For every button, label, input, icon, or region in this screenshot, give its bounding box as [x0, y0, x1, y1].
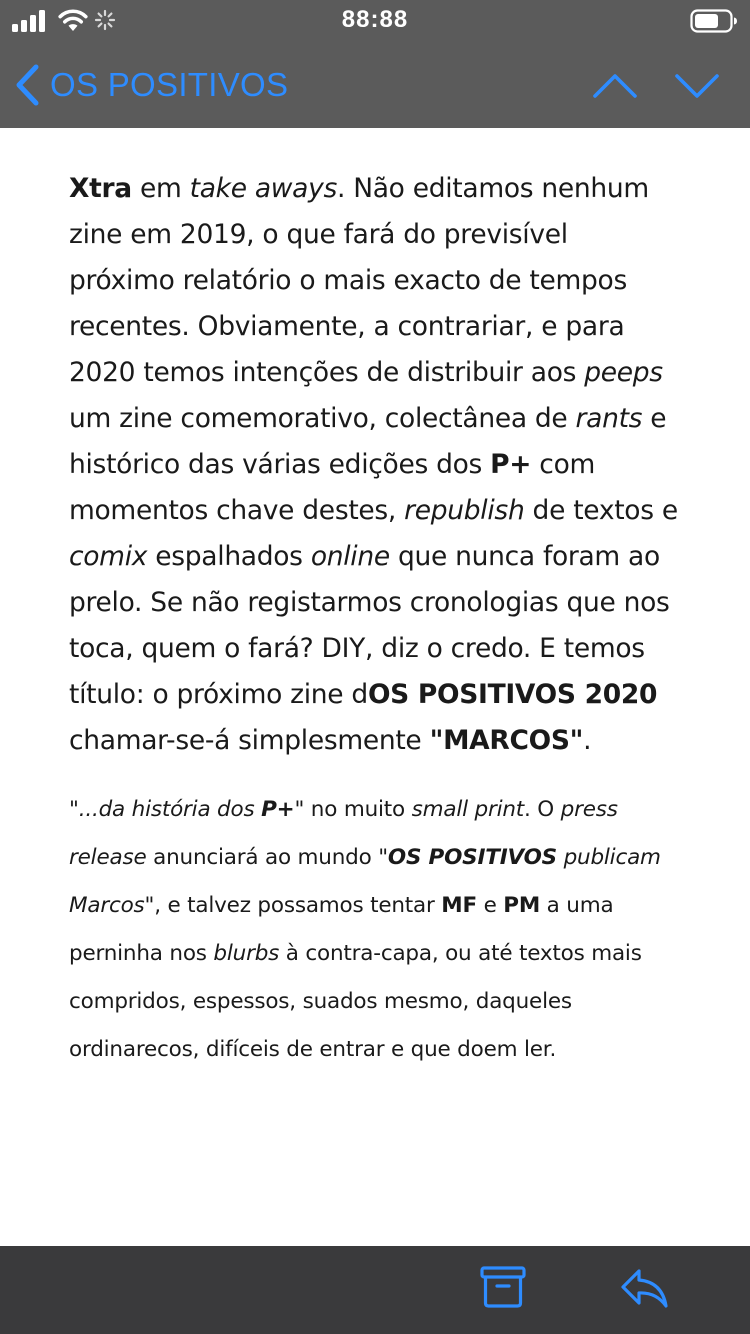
text-segment: de textos e [524, 495, 679, 526]
text-segment: "MARCOS" [429, 725, 584, 756]
text-segment: comix [69, 541, 148, 572]
text-segment: small print [411, 797, 525, 822]
text-segment: anunciará ao mundo [146, 845, 379, 870]
text-segment: espalhados [147, 541, 311, 572]
text-segment: MF [441, 893, 477, 918]
text-segment: P+ [490, 449, 532, 480]
main-paragraph: Xtra em take aways. Não editamos nenhum … [69, 128, 679, 764]
text-segment: rants [575, 403, 643, 434]
text-segment: chamar-se-á simplesmente [69, 725, 430, 756]
status-time: 88:88 [341, 6, 409, 33]
text-segment: "...da história dos [69, 797, 262, 822]
chevron-down-icon[interactable] [672, 66, 722, 106]
back-label: OS POSITIVOS [50, 66, 289, 103]
status-bar: 88:88 [0, 0, 750, 42]
text-segment: PM [503, 893, 541, 918]
text-segment: " [294, 797, 305, 822]
chevron-left-icon [16, 64, 39, 106]
archive-icon[interactable] [480, 1265, 526, 1309]
text-segment: " [378, 845, 388, 870]
text-segment: peeps [584, 357, 663, 388]
text-segment: em [131, 173, 190, 204]
text-segment: OS POSITIVOS [387, 845, 557, 870]
message-body: Xtra em take aways. Não editamos nenhum … [69, 128, 679, 1246]
text-segment: OS POSITIVOS 2020 [367, 679, 658, 710]
chevron-up-icon[interactable] [590, 66, 640, 106]
navigation-bar: OS POSITIVOS [0, 42, 750, 128]
text-segment: take aways [189, 173, 338, 204]
reply-icon[interactable] [620, 1266, 670, 1310]
text-segment: . Não editamos nenhum zine em 2019, o qu… [69, 173, 649, 388]
bottom-toolbar [0, 1246, 750, 1334]
text-segment: blurbs [213, 941, 280, 966]
battery-icon [690, 9, 737, 33]
text-segment: , e talvez possamos tentar [154, 893, 442, 918]
text-segment: no muito [304, 797, 412, 822]
text-segment: um zine comemorativo, colectânea de [69, 403, 576, 434]
text-segment: . O [524, 797, 561, 822]
fine-print-paragraph: "...da história dos P+" no muito small p… [69, 764, 679, 1074]
text-segment: . [583, 725, 592, 756]
text-segment: Xtra [69, 173, 132, 204]
text-segment: e [476, 893, 504, 918]
text-segment: republish [404, 495, 525, 526]
back-button[interactable]: OS POSITIVOS [14, 62, 288, 108]
text-segment: P+ [261, 797, 295, 822]
text-segment: online [310, 541, 390, 572]
